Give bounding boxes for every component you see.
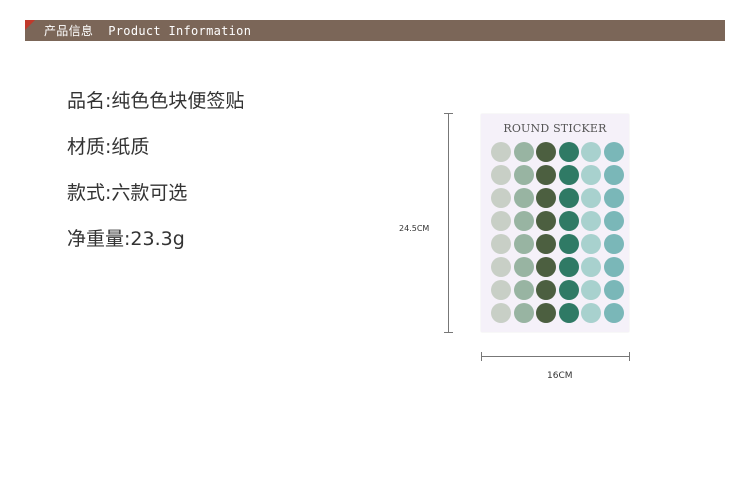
sticker-dot	[513, 280, 534, 300]
sticker-dot	[581, 142, 601, 162]
sticker-dot	[558, 234, 579, 254]
sticker-dot	[513, 165, 534, 185]
sticker-sheet-title: ROUND STICKER	[503, 122, 607, 135]
width-dimension-cap-left	[481, 352, 482, 361]
sticker-dot	[536, 188, 556, 208]
sticker-dot	[513, 142, 534, 162]
sticker-dot	[536, 280, 556, 300]
sticker-dot	[581, 257, 601, 277]
width-dimension-line	[481, 356, 630, 357]
height-dimension-line	[448, 113, 449, 333]
sticker-dot	[491, 142, 511, 162]
sticker-dot	[603, 211, 624, 231]
sticker-dot	[513, 188, 534, 208]
sticker-dot	[491, 280, 511, 300]
sticker-dot	[491, 165, 511, 185]
sticker-dot	[581, 280, 601, 300]
sticker-dot	[536, 234, 556, 254]
width-dimension-label: 16CM	[547, 371, 573, 381]
sticker-dot	[558, 165, 579, 185]
sticker-dot	[491, 257, 511, 277]
info-product-name: 品名:纯色色块便签贴	[67, 90, 245, 112]
info-material: 材质:纸质	[67, 136, 150, 158]
header-bar: 产品信息 Product Information	[25, 20, 725, 41]
sticker-dot-grid	[491, 142, 624, 323]
sticker-dot	[491, 303, 511, 323]
height-dimension-label: 24.5CM	[399, 224, 430, 233]
sticker-dot	[558, 303, 579, 323]
sticker-dot	[536, 303, 556, 323]
sticker-dot	[491, 234, 511, 254]
width-dimension-cap-right	[629, 352, 630, 361]
sticker-dot	[536, 165, 556, 185]
sticker-dot	[603, 165, 624, 185]
sticker-dot	[491, 188, 511, 208]
sticker-dot	[603, 142, 624, 162]
sticker-dot	[558, 280, 579, 300]
sticker-dot	[581, 165, 601, 185]
sticker-dot	[603, 188, 624, 208]
info-net-weight: 净重量:23.3g	[67, 228, 185, 250]
sticker-dot	[558, 257, 579, 277]
sticker-dot	[513, 257, 534, 277]
sticker-dot	[581, 234, 601, 254]
sticker-dot	[536, 142, 556, 162]
product-info-list: 品名:纯色色块便签贴 材质:纸质 款式:六款可选 净重量:23.3g	[67, 88, 244, 272]
sticker-dot	[581, 211, 601, 231]
sticker-sheet-image: ROUND STICKER	[481, 114, 629, 332]
header-accent	[25, 20, 35, 30]
sticker-dot	[581, 303, 601, 323]
height-dimension-cap-bottom	[444, 332, 453, 333]
info-style: 款式:六款可选	[67, 182, 188, 204]
sticker-dot	[603, 280, 624, 300]
sticker-dot	[581, 188, 601, 208]
sticker-dot	[603, 303, 624, 323]
sticker-dot	[603, 234, 624, 254]
sticker-dot	[536, 257, 556, 277]
sticker-dot	[558, 188, 579, 208]
header-title: 产品信息 Product Information	[44, 24, 252, 38]
sticker-dot	[536, 211, 556, 231]
sticker-dot	[558, 142, 579, 162]
sticker-dot	[513, 234, 534, 254]
sticker-dot	[513, 303, 534, 323]
sticker-dot	[603, 257, 624, 277]
height-dimension-cap-top	[444, 113, 453, 114]
sticker-dot	[558, 211, 579, 231]
sticker-dot	[491, 211, 511, 231]
sticker-dot	[513, 211, 534, 231]
